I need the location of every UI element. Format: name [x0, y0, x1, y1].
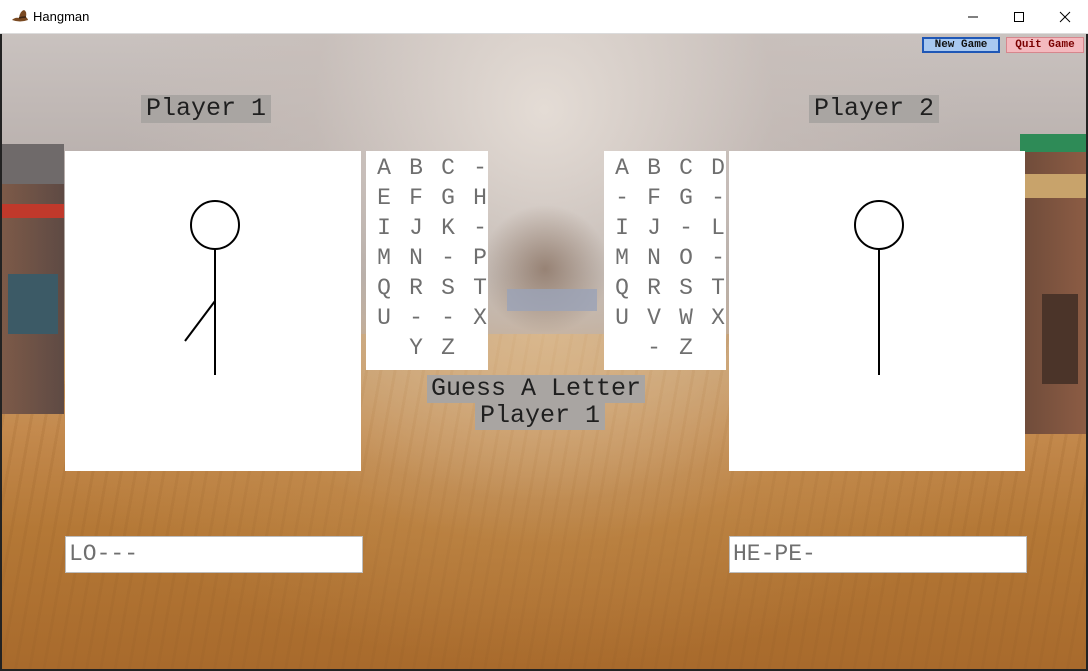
letter-cell[interactable]: A: [606, 153, 638, 183]
player1-hangman-panel: [65, 151, 361, 471]
letter-cell[interactable]: R: [400, 273, 432, 303]
letter-cell[interactable]: B: [638, 153, 670, 183]
letter-cell[interactable]: Q: [606, 273, 638, 303]
letter-cell[interactable]: E: [368, 183, 400, 213]
letter-cell[interactable]: F: [638, 183, 670, 213]
window-title: Hangman: [33, 9, 90, 24]
close-icon[interactable]: [1042, 0, 1088, 34]
background-mountains: [507, 289, 597, 311]
new-game-button[interactable]: New Game: [922, 37, 1000, 53]
letter-cell[interactable]: R: [638, 273, 670, 303]
player2-hangman-panel: [729, 151, 1025, 471]
letter-cell[interactable]: C: [432, 153, 464, 183]
letter-cell[interactable]: F: [400, 183, 432, 213]
letter-cell: -: [409, 305, 423, 331]
letter-cell: -: [441, 245, 455, 271]
letter-cell[interactable]: V: [638, 303, 670, 333]
letter-cell[interactable]: Q: [368, 273, 400, 303]
letter-cell[interactable]: M: [368, 243, 400, 273]
letter-cell[interactable]: J: [400, 213, 432, 243]
letter-cell[interactable]: A: [368, 153, 400, 183]
player2-letter-grid: ABCD-FG-IJ-LMNO-QRSTUVWX-Z: [604, 151, 726, 370]
letter-cell[interactable]: S: [432, 273, 464, 303]
letter-cell[interactable]: B: [400, 153, 432, 183]
prompt-line2: Player 1: [475, 402, 606, 430]
letter-cell: [464, 333, 496, 363]
letter-cell[interactable]: T: [464, 273, 496, 303]
letter-cell[interactable]: S: [670, 273, 702, 303]
hangman-head: [190, 200, 240, 250]
letter-cell: -: [473, 215, 487, 241]
background-trees: [480, 204, 610, 334]
prompt-line1: Guess A Letter: [427, 375, 646, 403]
letter-cell[interactable]: K: [432, 213, 464, 243]
letter-cell[interactable]: P: [464, 243, 496, 273]
player1-label: Player 1: [141, 95, 272, 123]
hangman-head: [854, 200, 904, 250]
quit-game-button[interactable]: Quit Game: [1006, 37, 1084, 53]
letter-cell: -: [473, 155, 487, 181]
player2-label: Player 2: [809, 95, 940, 123]
letter-cell: -: [647, 335, 661, 361]
letter-cell[interactable]: N: [400, 243, 432, 273]
letter-cell: [368, 333, 400, 363]
letter-cell[interactable]: I: [368, 213, 400, 243]
player1-word-display: LO---: [65, 536, 363, 573]
letter-cell: [606, 333, 638, 363]
background-building-left: [2, 144, 64, 414]
letter-cell[interactable]: O: [670, 243, 702, 273]
background-building-right: [1020, 134, 1086, 434]
letter-cell[interactable]: G: [432, 183, 464, 213]
player2-word-display: HE-PE-: [729, 536, 1027, 573]
title-bar: Hangman: [0, 0, 1088, 34]
letter-cell[interactable]: W: [670, 303, 702, 333]
letter-cell[interactable]: C: [670, 153, 702, 183]
letter-cell: -: [679, 215, 693, 241]
letter-cell[interactable]: Z: [670, 333, 702, 363]
letter-cell[interactable]: G: [670, 183, 702, 213]
minimize-icon[interactable]: [950, 0, 996, 34]
maximize-icon[interactable]: [996, 0, 1042, 34]
letter-cell: -: [441, 305, 455, 331]
letter-cell[interactable]: X: [464, 303, 496, 333]
letter-cell[interactable]: I: [606, 213, 638, 243]
letter-cell[interactable]: H: [464, 183, 496, 213]
letter-cell[interactable]: Z: [432, 333, 464, 363]
player1-letter-grid: ABC-EFGHIJK-MN-PQRSTU--XYZ: [366, 151, 488, 370]
hangman-left-leg: [184, 300, 216, 342]
letter-cell[interactable]: U: [606, 303, 638, 333]
hat-icon: [11, 8, 29, 24]
letter-cell[interactable]: M: [606, 243, 638, 273]
letter-cell[interactable]: U: [368, 303, 400, 333]
letter-cell[interactable]: J: [638, 213, 670, 243]
game-canvas: New Game Quit Game Player 1 Player 2 ABC…: [2, 34, 1086, 669]
letter-cell[interactable]: Y: [400, 333, 432, 363]
letter-cell: -: [615, 185, 629, 211]
letter-cell[interactable]: N: [638, 243, 670, 273]
